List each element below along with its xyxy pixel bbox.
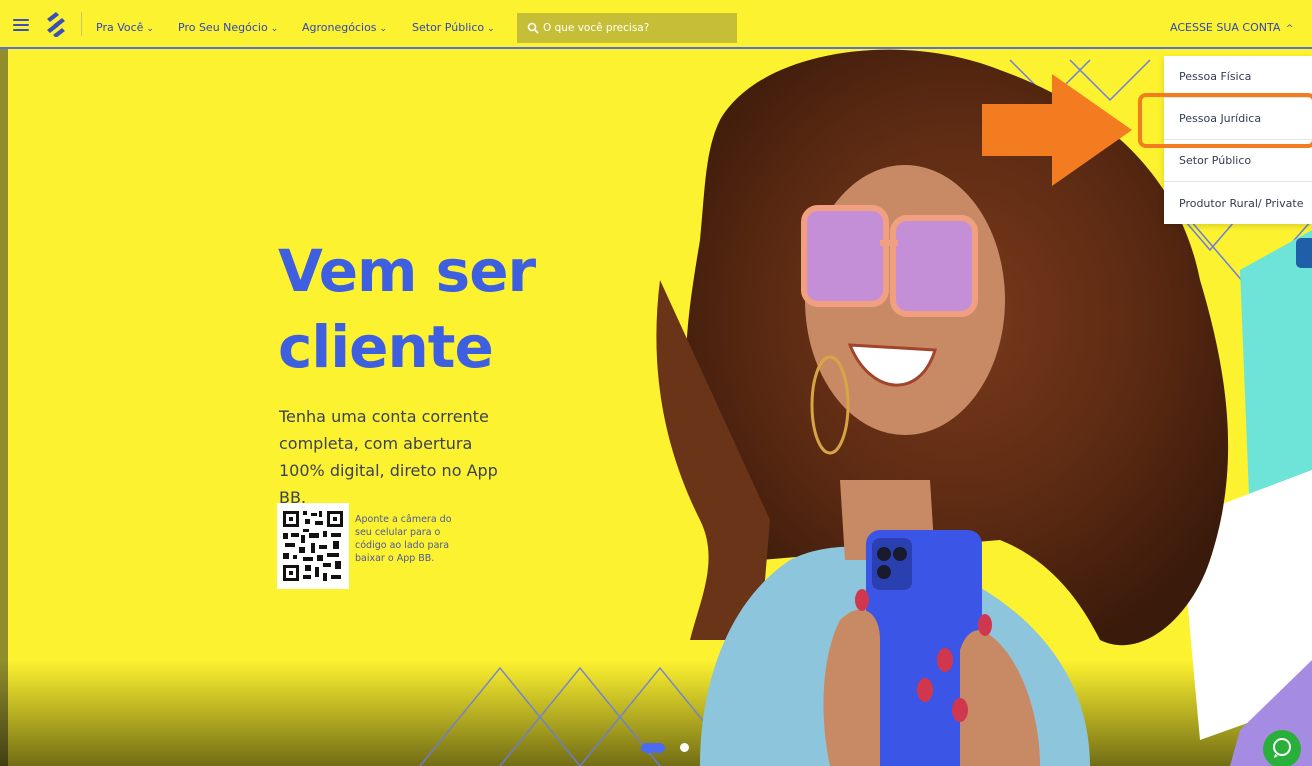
nav-item-label: Pra Você: [96, 21, 144, 34]
accessibility-widget-icon[interactable]: [1296, 238, 1312, 268]
hero-title-line-2: cliente: [278, 313, 494, 381]
hamburger-menu-icon[interactable]: [13, 19, 29, 31]
chevron-up-icon: ^: [1285, 24, 1294, 34]
chevron-down-icon: ⌄: [270, 24, 279, 34]
account-dropdown: Pessoa Física Pessoa Jurídica Setor Públ…: [1164, 56, 1312, 224]
chevron-down-icon: ⌄: [146, 24, 154, 34]
access-account-label: ACESSE SUA CONTA: [1170, 21, 1281, 34]
access-account-button[interactable]: ACESSE SUA CONTA ^: [1170, 21, 1293, 34]
carousel-dot[interactable]: [680, 743, 689, 752]
search-input[interactable]: O que você precisa?: [517, 13, 737, 43]
page: Pra Você ⌄ Pro Seu Negócio ⌄ Agronegócios ⌄…: [0, 0, 1312, 766]
nav-item-setor-publico[interactable]: Setor Público ⌄: [412, 21, 495, 34]
chevron-down-icon: ⌄: [379, 24, 388, 34]
dropdown-item-label: Produtor Rural/ Private: [1179, 196, 1304, 210]
nav-item-pra-voce[interactable]: Pra Você ⌄: [96, 21, 154, 34]
nav-item-label: Agronegócios: [302, 21, 377, 34]
hero-title-line-1: Vem ser: [278, 237, 536, 305]
nav-item-pro-seu-negocio[interactable]: Pro Seu Negócio ⌄: [178, 21, 278, 34]
whatsapp-icon: [1273, 738, 1291, 758]
nav-item-label: Pro Seu Negócio: [178, 21, 268, 34]
chevron-down-icon: ⌄: [487, 24, 495, 34]
top-navigation: Pra Você ⌄ Pro Seu Negócio ⌄ Agronegócios ⌄…: [0, 0, 1312, 49]
qr-code-image: [277, 503, 349, 589]
search-placeholder: O que você precisa?: [543, 22, 650, 34]
hero-title: Vem ser cliente: [278, 233, 578, 385]
dropdown-item-setor-publico[interactable]: Setor Público: [1164, 140, 1312, 182]
carousel-dot-active[interactable]: [641, 743, 665, 753]
nav-item-label: Setor Público: [412, 21, 485, 34]
nav-item-agronegocios[interactable]: Agronegócios ⌄: [302, 21, 387, 34]
dropdown-item-pessoa-fisica[interactable]: Pessoa Física: [1164, 56, 1312, 98]
bb-logo-icon[interactable]: [44, 11, 68, 37]
dropdown-item-label: Setor Público: [1179, 154, 1252, 167]
qr-caption: Aponte a câmera do seu celular para o có…: [355, 514, 452, 564]
search-icon: [527, 22, 539, 34]
orange-arrow-icon: [982, 74, 1132, 186]
whatsapp-button[interactable]: [1263, 730, 1301, 766]
hero-subtitle: Tenha uma conta corrente completa, com a…: [279, 407, 498, 507]
dropdown-item-pessoa-juridica[interactable]: Pessoa Jurídica: [1164, 98, 1312, 140]
nav-divider: [81, 12, 82, 36]
dropdown-item-label: Pessoa Física: [1179, 70, 1252, 83]
dropdown-item-label: Pessoa Jurídica: [1179, 112, 1262, 125]
dropdown-item-produtor-rural-private[interactable]: Produtor Rural/ Private: [1164, 182, 1312, 224]
